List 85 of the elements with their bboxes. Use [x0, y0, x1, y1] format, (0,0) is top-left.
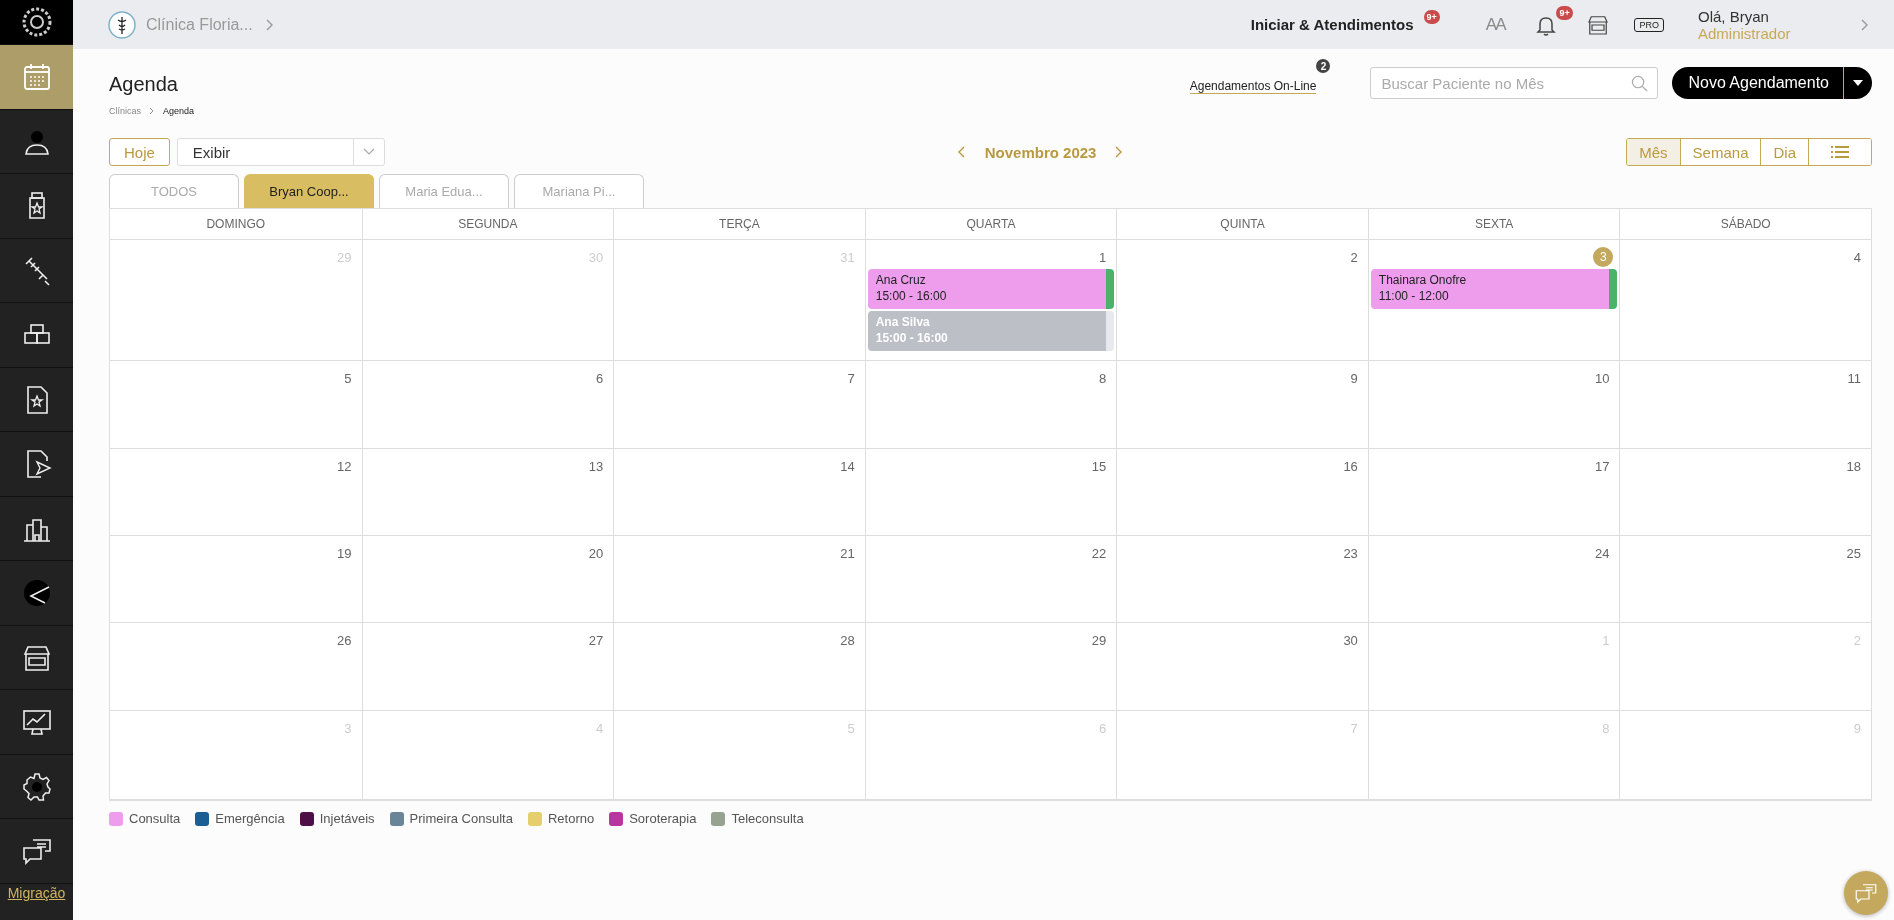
- day-number: 28: [840, 631, 855, 650]
- day-number: 26: [337, 631, 352, 650]
- legend-label: Teleconsulta: [731, 811, 804, 826]
- view-tab[interactable]: Mês: [1627, 139, 1680, 165]
- chat-icon: [1854, 881, 1878, 905]
- dropdown-button[interactable]: [1844, 67, 1872, 99]
- weekday-header: SEGUNDA: [361, 209, 614, 240]
- day-number: 9: [1350, 369, 1358, 388]
- day-number: 23: [1343, 544, 1358, 563]
- breadcrumb-item[interactable]: Clínicas: [109, 106, 141, 116]
- day-number: 6: [595, 369, 604, 388]
- count-badge: 9+: [1423, 9, 1440, 24]
- day-number: 11: [1847, 369, 1861, 388]
- chevron-down-icon: [362, 148, 375, 156]
- professional-tab[interactable]: Mariana Pi...: [514, 174, 644, 208]
- day-number: 4: [1853, 248, 1861, 267]
- appointment-time: 15:00 - 16:00: [875, 331, 949, 345]
- weekday-header: QUINTA: [1116, 209, 1368, 240]
- breadcrumb-item: Agenda: [163, 106, 195, 116]
- caret-icon: [1853, 80, 1863, 86]
- app-logo[interactable]: [0, 0, 73, 46]
- day-number: 10: [1594, 369, 1610, 388]
- day-number: 12: [337, 457, 352, 476]
- professional-tab[interactable]: Maria Edua...: [379, 174, 509, 208]
- online-bookings-link[interactable]: Agendamentos On-Line: [1189, 79, 1317, 94]
- patient-name: Ana Silva: [875, 315, 931, 329]
- caduceus-icon: [108, 10, 136, 39]
- patient-name: Ana Cruz: [875, 273, 927, 287]
- page-title: Agenda: [109, 73, 179, 96]
- appointment-time: 11:00 - 12:00: [1378, 289, 1450, 303]
- weekday-header: QUARTA: [864, 209, 1117, 240]
- search-field[interactable]: Buscar Paciente no Mês: [1370, 67, 1659, 99]
- day-number: 5: [344, 369, 352, 388]
- professional-tab[interactable]: TODOS: [109, 174, 239, 208]
- legend-label: Injetáveis: [319, 811, 375, 826]
- day-number: 21: [840, 544, 855, 563]
- day-number: 8: [1099, 369, 1107, 388]
- font-size-toggle[interactable]: AA: [1485, 14, 1505, 35]
- day-number: 29: [1091, 631, 1107, 650]
- day-number: 17: [1594, 457, 1610, 476]
- pro-badge: PRO: [1634, 17, 1664, 32]
- weekday-header: SEXTA: [1367, 209, 1620, 240]
- count-badge: 9+: [1556, 5, 1573, 20]
- weekday-header: DOMINGO: [110, 209, 362, 240]
- user-greeting: Olá, Bryan: [1698, 7, 1770, 25]
- day-number: 3: [1593, 247, 1614, 267]
- list-view-button[interactable]: [1808, 139, 1871, 165]
- count-badge: 2: [1316, 59, 1331, 73]
- appointment-time: 15:00 - 16:00: [875, 289, 948, 303]
- legend-label: Soroterapia: [629, 811, 697, 826]
- today-button[interactable]: Hoje: [109, 138, 170, 166]
- day-number: 24: [1594, 544, 1610, 563]
- current-month: Novembro 2023: [984, 143, 1097, 161]
- start-link[interactable]: Iniciar & Atendimentos: [1250, 16, 1414, 33]
- clinic-name[interactable]: Clínica Floria...: [146, 15, 253, 34]
- legend-label: Primeira Consulta: [409, 811, 513, 826]
- day-number: 2: [1350, 248, 1358, 267]
- list-icon: [1831, 145, 1849, 159]
- day-number: 30: [1343, 631, 1358, 650]
- migration-link[interactable]: Migração: [7, 885, 66, 901]
- day-number: 1: [1099, 248, 1107, 267]
- new-appointment-button[interactable]: Novo Agendamento: [1672, 67, 1844, 99]
- day-number: 15: [1091, 457, 1107, 476]
- day-number: 25: [1846, 544, 1861, 563]
- day-number: 22: [1091, 544, 1107, 563]
- day-number: 7: [847, 369, 855, 388]
- legend-label: Retorno: [547, 811, 595, 826]
- weekday-header: SÁBADO: [1619, 209, 1871, 240]
- display-select[interactable]: Exibir: [176, 138, 385, 166]
- day-number: 13: [588, 457, 604, 476]
- chevron-right-icon: [149, 107, 155, 115]
- settings-icon: [20, 770, 53, 803]
- day-number: 16: [1343, 457, 1358, 476]
- legend-label: Emergência: [215, 811, 285, 826]
- day-number: 20: [588, 544, 604, 563]
- day-number: 19: [337, 544, 352, 563]
- search-icon: [1631, 75, 1649, 92]
- professional-tab[interactable]: Bryan Coop...: [244, 174, 374, 208]
- day-number: 14: [840, 457, 855, 476]
- weekday-header: TERÇA: [613, 209, 865, 240]
- legend-label: Consulta: [129, 811, 181, 826]
- day-number: 27: [588, 631, 604, 650]
- day-number: 18: [1846, 457, 1861, 476]
- user-role: Administrador: [1698, 24, 1792, 42]
- patient-name: Thainara Onofre: [1378, 273, 1468, 287]
